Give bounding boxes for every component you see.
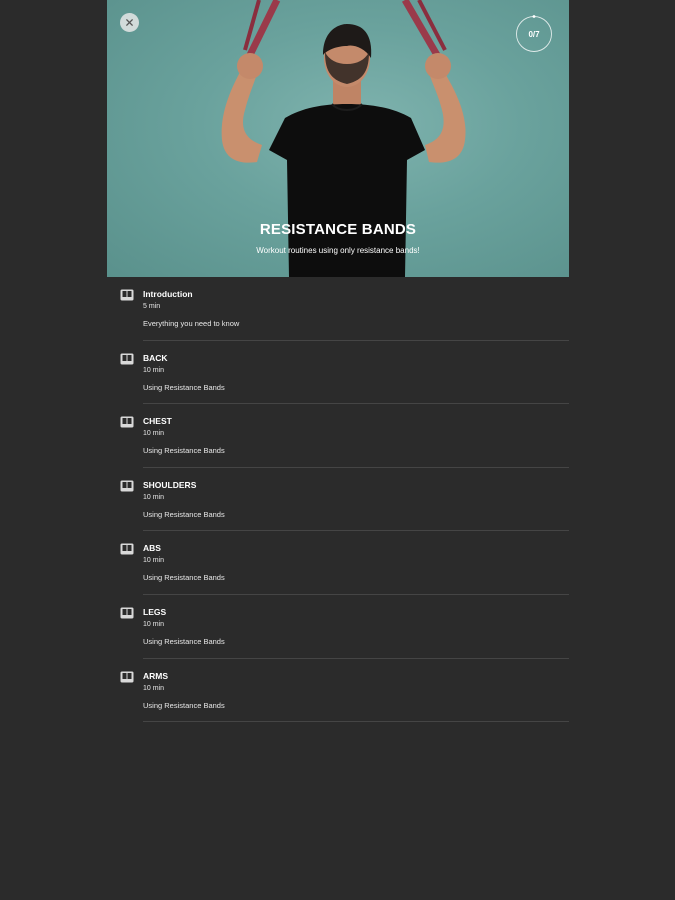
book-icon bbox=[120, 416, 134, 428]
hero-banner: 0/7 RESISTANCE BANDS Workout routines us… bbox=[107, 0, 569, 277]
lesson-description: Everything you need to know bbox=[143, 319, 240, 328]
lesson-item-back[interactable]: BACK 10 min Using Resistance Bands bbox=[107, 341, 569, 405]
lesson-duration: 5 min bbox=[143, 303, 161, 310]
lesson-description: Using Resistance Bands bbox=[143, 446, 225, 456]
lesson-description: Using Resistance Bands bbox=[143, 382, 225, 392]
lesson-duration: 10 min bbox=[143, 366, 165, 374]
book-icon bbox=[120, 671, 134, 683]
progress-indicator: 0/7 bbox=[515, 15, 553, 53]
lesson-duration: 10 min bbox=[143, 430, 165, 438]
progress-count: 0/7 bbox=[528, 29, 540, 39]
book-icon bbox=[120, 353, 134, 365]
lesson-duration: 10 min bbox=[143, 684, 165, 692]
book-icon bbox=[120, 289, 134, 301]
book-icon bbox=[120, 607, 134, 619]
close-button[interactable] bbox=[120, 13, 139, 32]
lesson-item-chest[interactable]: CHEST 10 min Using Resistance Bands bbox=[107, 404, 569, 468]
lesson-duration: 10 min bbox=[143, 557, 165, 565]
divider bbox=[143, 721, 569, 723]
book-icon bbox=[120, 543, 134, 555]
lesson-description: Using Resistance Bands bbox=[143, 700, 225, 710]
close-icon bbox=[126, 19, 133, 26]
lesson-description: Using Resistance Bands bbox=[143, 573, 225, 583]
lesson-title: ABS bbox=[143, 543, 161, 554]
app-content: 0/7 RESISTANCE BANDS Workout routines us… bbox=[107, 0, 569, 900]
book-icon bbox=[120, 480, 134, 492]
lesson-description: Using Resistance Bands bbox=[143, 636, 225, 646]
lesson-title: Introduction bbox=[143, 289, 193, 299]
lesson-item-legs[interactable]: LEGS 10 min Using Resistance Bands bbox=[107, 595, 569, 659]
page-title: RESISTANCE BANDS bbox=[259, 221, 417, 238]
lesson-title: SHOULDERS bbox=[143, 479, 197, 490]
lesson-duration: 10 min bbox=[143, 493, 165, 501]
lesson-duration: 10 min bbox=[143, 620, 165, 628]
lesson-title: BACK bbox=[143, 352, 168, 363]
lesson-item-shoulders[interactable]: SHOULDERS 10 min Using Resistance Bands bbox=[107, 468, 569, 532]
lesson-item-introduction[interactable]: Introduction 5 min Everything you need t… bbox=[107, 277, 569, 341]
lesson-list: Introduction 5 min Everything you need t… bbox=[107, 277, 569, 723]
lesson-title: CHEST bbox=[143, 416, 172, 427]
lesson-title: ARMS bbox=[143, 670, 169, 681]
lesson-description: Using Resistance Bands bbox=[143, 509, 225, 519]
lesson-item-arms[interactable]: ARMS 10 min Using Resistance Bands bbox=[107, 659, 569, 723]
lesson-item-abs[interactable]: ABS 10 min Using Resistance Bands bbox=[107, 531, 569, 595]
lesson-title: LEGS bbox=[143, 606, 167, 617]
page-subtitle: Workout routines using only resistance b… bbox=[256, 246, 420, 255]
